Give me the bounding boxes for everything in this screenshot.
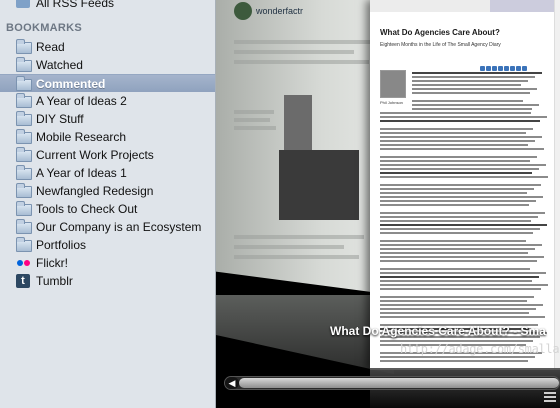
scrollbar-thumb[interactable] [239,378,559,388]
folder-icon [16,111,32,126]
sidebar-item-read[interactable]: Read [0,38,215,56]
sidebar-item-label: Our Company is an Ecosystem [36,220,202,234]
sidebar-item-label: Commented [36,77,106,91]
sidebar-item-mobile-research[interactable]: Mobile Research [0,128,215,146]
sidebar-item-label: Watched [36,58,83,72]
sidebar-item-label: Tools to Check Out [36,202,138,216]
folder-icon [16,129,32,144]
folder-icon [16,147,32,162]
sidebar-item-label: Current Work Projects [36,148,154,162]
author-photo [380,70,406,98]
resize-handle-icon[interactable] [544,392,556,402]
cover-flow-scrollbar[interactable]: ◀ [224,376,560,390]
tumblr-icon: t [16,274,32,288]
rss-icon [16,0,32,10]
sidebar-item-diy-stuff[interactable]: DIY Stuff [0,110,215,128]
folder-icon [16,165,32,180]
sidebar-item-label: DIY Stuff [36,112,84,126]
bookmark-preview-back[interactable]: wonderfactr [216,0,394,295]
author-caption: Phil Johnson [380,100,403,105]
sidebar-item-watched[interactable]: Watched [0,56,215,74]
folder-icon [16,57,32,72]
sidebar-item-our-company-is-an-ecosystem[interactable]: Our Company is an Ecosystem [0,218,215,236]
sidebar-item-tools-to-check-out[interactable]: Tools to Check Out [0,200,215,218]
cover-flow-view[interactable]: wonderfactr What Do Agencies Care About?… [216,0,560,408]
folder-icon [16,183,32,198]
folder-icon [16,219,32,234]
folder-icon [16,93,32,108]
flickr-icon [16,256,32,270]
folder-icon [16,76,32,91]
bookmark-preview-selected[interactable]: What Do Agencies Care About? Eighteen Mo… [370,0,560,370]
sidebar-item-newfangled-redesign[interactable]: Newfangled Redesign [0,182,215,200]
bookmark-preview-reflection [216,295,394,375]
wonderfactr-logo: wonderfactr [234,2,354,22]
sidebar-item-current-work-projects[interactable]: Current Work Projects [0,146,215,164]
sidebar-item-portfolios[interactable]: Portfolios [0,236,215,254]
scroll-left-icon[interactable]: ◀ [225,377,239,389]
sidebar-item-label: Portfolios [36,238,87,252]
sidebar-item-label: Mobile Research [36,130,127,144]
sidebar-item-label: Tumblr [36,274,73,288]
sidebar-item-label: All RSS Feeds [36,0,115,10]
sidebar-item-all-rss-feeds[interactable]: All RSS Feeds [0,0,215,12]
preview-subtitle: Eighteen Months in the Life of The Small… [380,42,501,48]
folder-icon [16,237,32,252]
sidebar-item-label: Flickr! [36,256,68,270]
sidebar-item-a-year-of-ideas-1[interactable]: A Year of Ideas 1 [0,164,215,182]
bookmarks-header: BOOKMARKS [6,22,83,34]
folder-icon [16,201,32,216]
sidebar-item-a-year-of-ideas-2[interactable]: A Year of Ideas 2 [0,92,215,110]
sidebar-item-label: A Year of Ideas 2 [36,94,127,108]
sidebar-item-label: A Year of Ideas 1 [36,166,127,180]
folder-icon [16,39,32,54]
selected-bookmark-url: http://adage.com/smallagenc [400,342,560,356]
selected-bookmark-title: What Do Agencies Care About? - Sma [330,324,546,338]
sidebar-item-commented[interactable]: Commented [0,74,215,92]
share-icons [480,58,540,71]
sidebar: All RSS Feeds BOOKMARKS Read Watched Comme… [0,0,216,408]
sidebar-item-tumblr[interactable]: t Tumblr [0,272,215,290]
preview-headline: What Do Agencies Care About? [380,28,500,37]
sidebar-item-label: Newfangled Redesign [36,184,154,198]
sidebar-item-flickr[interactable]: Flickr! [0,254,215,272]
sidebar-item-label: Read [36,40,65,54]
